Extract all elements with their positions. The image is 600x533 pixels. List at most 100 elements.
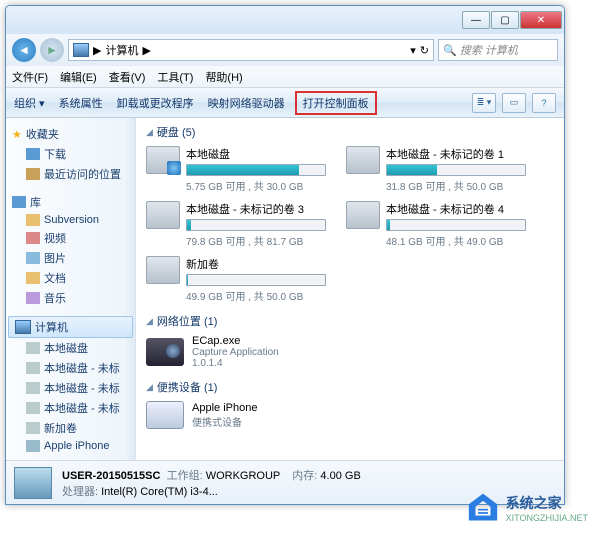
toolbar-right: ≣ ▾ ▭ ? — [472, 93, 556, 113]
view-mode-button[interactable]: ≣ ▾ — [472, 93, 496, 113]
drive-icon — [346, 201, 380, 229]
hdd-header[interactable]: ◢硬盘 (5) — [146, 124, 554, 140]
menu-tools[interactable]: 工具(T) — [157, 69, 193, 85]
sidebar-subversion[interactable]: Subversion — [6, 212, 135, 228]
open-control-panel-button[interactable]: 打开控制面板 — [295, 91, 377, 115]
toolbar: 组织 ▾ 系统属性 卸载或更改程序 映射网络驱动器 打开控制面板 ≣ ▾ ▭ ? — [6, 88, 564, 118]
sidebar-drive[interactable]: 本地磁盘 - 未标 — [6, 378, 135, 398]
sidebar-music[interactable]: 音乐 — [6, 288, 135, 308]
address-bar[interactable]: ▶ 计算机 ▶ ▾ ↻ — [68, 39, 434, 61]
watermark-icon — [466, 493, 500, 523]
watermark-title: 系统之家 — [506, 495, 562, 511]
docs-icon — [26, 272, 40, 284]
drive-icon — [346, 146, 380, 174]
dropdown-icon[interactable]: ▾ — [410, 44, 416, 57]
sidebar-favorites[interactable]: ★收藏夹 — [6, 124, 135, 144]
sidebar: ★收藏夹 下载 最近访问的位置 库 Subversion 视频 图片 文档 音乐… — [6, 118, 136, 460]
drive-item[interactable]: 本地磁盘 - 未标记的卷 1 31.8 GB 可用 , 共 50.0 GB — [346, 146, 526, 193]
sidebar-computer[interactable]: 计算机 — [8, 316, 133, 338]
breadcrumb[interactable]: 计算机 — [105, 42, 138, 58]
menu-file[interactable]: 文件(F) — [12, 69, 48, 85]
usage-bar — [386, 219, 526, 231]
download-icon — [26, 148, 40, 160]
phone-icon — [146, 401, 184, 429]
sidebar-libraries[interactable]: 库 — [6, 192, 135, 212]
preview-pane-button[interactable]: ▭ — [502, 93, 526, 113]
dev-item-desc: 便携式设备 — [192, 414, 257, 429]
collapse-icon: ◢ — [146, 127, 153, 138]
explorer-window: — ▢ ✕ ◄ ► ▶ 计算机 ▶ ▾ ↻ 🔍 搜索 计算机 文件(F) 编辑(… — [5, 5, 565, 505]
collapse-icon: ◢ — [146, 316, 153, 327]
sidebar-drive[interactable]: 新加卷 — [6, 418, 135, 438]
drive-icon — [146, 146, 180, 174]
status-wg: WORKGROUP — [206, 470, 280, 482]
device-item[interactable]: Apple iPhone 便携式设备 — [146, 401, 554, 429]
status-mem-label: 内存: — [292, 470, 317, 482]
map-drive-button[interactable]: 映射网络驱动器 — [208, 95, 285, 111]
drive-icon — [26, 362, 40, 374]
drive-name: 新加卷 — [186, 256, 326, 272]
drive-stats: 49.9 GB 可用 , 共 50.0 GB — [186, 288, 326, 303]
drive-name: 本地磁盘 — [186, 146, 326, 162]
collapse-icon: ◢ — [146, 382, 153, 393]
sidebar-video[interactable]: 视频 — [6, 228, 135, 248]
dev-item-name: Apple iPhone — [192, 402, 257, 414]
organize-button[interactable]: 组织 ▾ — [14, 95, 45, 111]
sidebar-drive[interactable]: 本地磁盘 — [6, 338, 135, 358]
sidebar-recent[interactable]: 最近访问的位置 — [6, 164, 135, 184]
search-box[interactable]: 🔍 搜索 计算机 — [438, 39, 558, 61]
menu-help[interactable]: 帮助(H) — [205, 69, 242, 85]
net-item-ver: 1.0.1.4 — [192, 358, 279, 369]
breadcrumb-sep: ▶ — [93, 44, 101, 57]
status-cpu: Intel(R) Core(TM) i3-4... — [101, 486, 218, 498]
body: ★收藏夹 下载 最近访问的位置 库 Subversion 视频 图片 文档 音乐… — [6, 118, 564, 460]
sidebar-iphone[interactable]: Apple iPhone — [6, 438, 135, 454]
drive-item[interactable]: 本地磁盘 - 未标记的卷 4 48.1 GB 可用 , 共 49.0 GB — [346, 201, 526, 248]
pictures-icon — [26, 252, 40, 264]
drive-icon — [26, 422, 40, 434]
menu-view[interactable]: 查看(V) — [109, 69, 146, 85]
usage-bar — [386, 164, 526, 176]
minimize-button[interactable]: — — [462, 11, 490, 29]
drive-icon — [26, 382, 40, 394]
status-mem: 4.00 GB — [320, 470, 360, 482]
section-network: ◢网络位置 (1) ECap.exe Capture Application 1… — [146, 313, 554, 369]
nav-row: ◄ ► ▶ 计算机 ▶ ▾ ↻ 🔍 搜索 计算机 — [6, 34, 564, 66]
drive-item[interactable]: 本地磁盘 - 未标记的卷 3 79.8 GB 可用 , 共 81.7 GB — [146, 201, 326, 248]
help-button[interactable]: ? — [532, 93, 556, 113]
drive-name: 本地磁盘 - 未标记的卷 1 — [386, 146, 526, 162]
section-devices: ◢便携设备 (1) Apple iPhone 便携式设备 — [146, 379, 554, 429]
titlebar[interactable]: — ▢ ✕ — [6, 6, 564, 34]
computer-icon — [14, 467, 52, 499]
drive-stats: 79.8 GB 可用 , 共 81.7 GB — [186, 233, 326, 248]
back-button[interactable]: ◄ — [12, 38, 36, 62]
recent-icon — [26, 168, 40, 180]
music-icon — [26, 292, 40, 304]
main-pane: ◢硬盘 (5) 本地磁盘 5.75 GB 可用 , 共 30.0 GB 本地磁盘… — [136, 118, 564, 460]
usage-bar — [186, 164, 326, 176]
phone-icon — [26, 440, 40, 452]
sidebar-drive[interactable]: 本地磁盘 - 未标 — [6, 358, 135, 378]
sidebar-pictures[interactable]: 图片 — [6, 248, 135, 268]
drive-stats: 31.8 GB 可用 , 共 50.0 GB — [386, 178, 526, 193]
maximize-button[interactable]: ▢ — [491, 11, 519, 29]
menu-edit[interactable]: 编辑(E) — [60, 69, 97, 85]
forward-button[interactable]: ► — [40, 38, 64, 62]
computer-icon — [15, 320, 31, 334]
dev-header[interactable]: ◢便携设备 (1) — [146, 379, 554, 395]
drive-item[interactable]: 新加卷 49.9 GB 可用 , 共 50.0 GB — [146, 256, 326, 303]
system-properties-button[interactable]: 系统属性 — [59, 95, 103, 111]
sidebar-docs[interactable]: 文档 — [6, 268, 135, 288]
close-button[interactable]: ✕ — [520, 11, 562, 29]
refresh-icon[interactable]: ↻ — [420, 44, 429, 57]
computer-icon — [73, 43, 89, 57]
network-item[interactable]: ECap.exe Capture Application 1.0.1.4 — [146, 335, 554, 369]
drive-item[interactable]: 本地磁盘 5.75 GB 可用 , 共 30.0 GB — [146, 146, 326, 193]
section-hdd: ◢硬盘 (5) 本地磁盘 5.75 GB 可用 , 共 30.0 GB 本地磁盘… — [146, 124, 554, 303]
usage-bar — [186, 219, 326, 231]
folder-icon — [26, 214, 40, 226]
sidebar-drive[interactable]: 本地磁盘 - 未标 — [6, 398, 135, 418]
sidebar-downloads[interactable]: 下载 — [6, 144, 135, 164]
net-header[interactable]: ◢网络位置 (1) — [146, 313, 554, 329]
uninstall-button[interactable]: 卸载或更改程序 — [117, 95, 194, 111]
